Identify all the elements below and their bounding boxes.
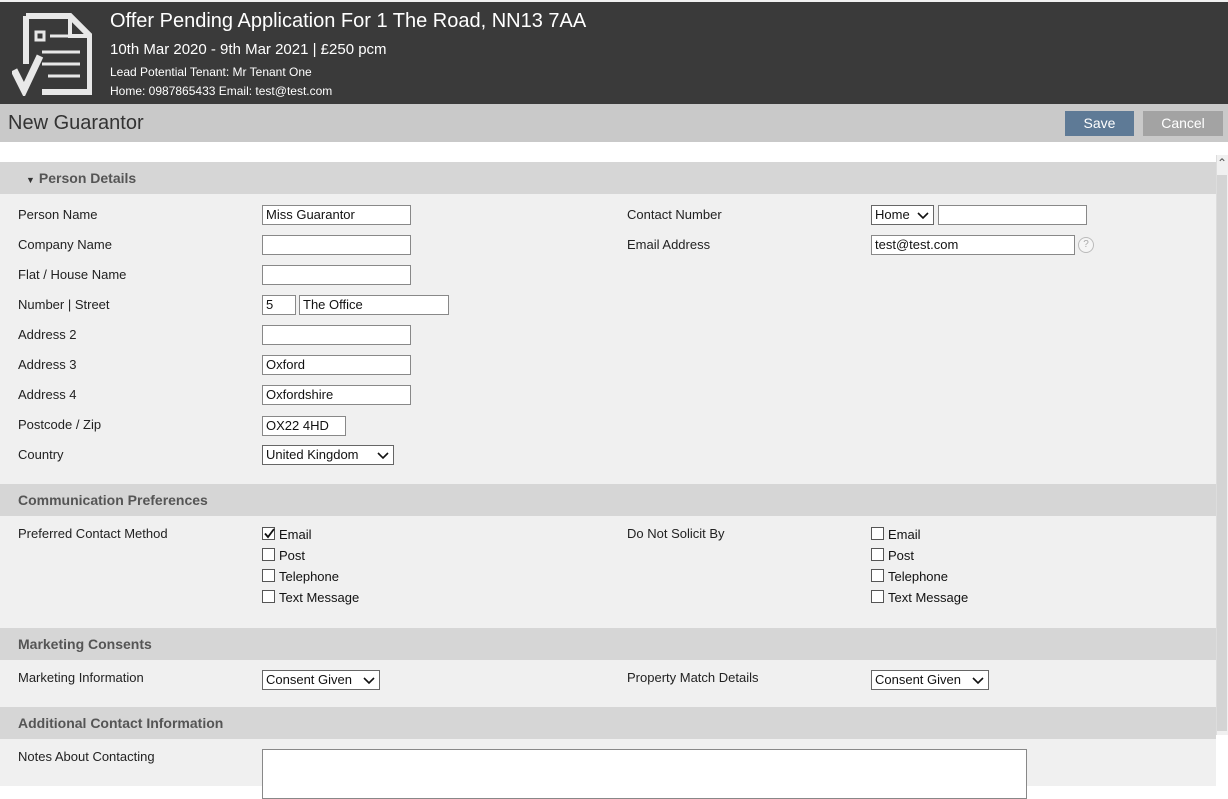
notes-label: Notes About Contacting [18,749,155,764]
flat-house-input[interactable] [262,265,411,285]
preferred-contact-label: Preferred Contact Method [18,526,168,541]
marketing-information-select[interactable]: Consent Given [262,670,380,690]
section-additional-contact-information: Additional Contact Information [0,707,1216,739]
house-number-input[interactable]: 5 [262,295,296,315]
property-match-label: Property Match Details [627,670,759,685]
help-icon[interactable]: ? [1078,237,1094,253]
chevron-down-icon [972,677,984,685]
title-bar: New Guarantor Save Cancel [0,104,1228,142]
preferred-text-label: Text Message [279,590,360,605]
postcode-input[interactable]: OX22 4HD [262,416,346,436]
preferred-post-checkbox[interactable] [262,548,275,561]
section-title: Additional Contact Information [18,715,224,731]
chevron-down-icon [363,677,375,685]
scroll-up-icon[interactable]: ⌃ [1216,155,1228,171]
scrollbar-thumb[interactable] [1217,175,1227,731]
notes-textarea[interactable] [262,749,1027,799]
postcode-label: Postcode / Zip [18,417,102,432]
preferred-post-label: Post [279,548,306,563]
country-value: United Kingdom [266,447,359,462]
preferred-telephone-checkbox[interactable] [262,569,275,582]
address-3-input[interactable]: Oxford [262,355,411,375]
preferred-email-checkbox[interactable] [262,527,275,540]
section-title: Person Details [38,170,137,186]
dns-post-checkbox[interactable] [871,548,884,561]
property-match-value: Consent Given [875,672,961,687]
address-3-label: Address 3 [18,357,77,372]
contact-type-value: Home [875,207,910,222]
preferred-telephone-label: Telephone [279,569,339,584]
dns-post-label: Post [888,548,915,563]
email-address-input[interactable]: test@test.com [871,235,1075,255]
chevron-down-icon [917,212,929,220]
number-street-label: Number | Street [18,297,110,312]
tenancy-dates: 10th Mar 2020 - 9th Mar 2021 | £250 pcm [110,41,387,58]
section-communication-preferences: Communication Preferences [0,484,1216,516]
company-name-label: Company Name [18,237,112,252]
section-title: Marketing Consents [18,636,152,652]
application-title: Offer Pending Application For 1 The Road… [110,10,587,32]
address-4-input[interactable]: Oxfordshire [262,385,411,405]
country-select[interactable]: United Kingdom [262,445,394,465]
section-marketing-consents: Marketing Consents [0,628,1216,660]
person-name-label: Person Name [18,207,98,222]
section-title: Communication Preferences [18,492,208,508]
dns-email-checkbox[interactable] [871,527,884,540]
lead-tenant: Lead Potential Tenant: Mr Tenant One [110,65,312,79]
page-title: New Guarantor [8,112,144,134]
dns-text-label: Text Message [888,590,969,605]
contact-number-input[interactable] [938,205,1087,225]
checkmark-icon [264,528,275,539]
contact-type-select[interactable]: Home [871,205,934,225]
address-2-label: Address 2 [18,327,77,342]
flat-house-label: Flat / House Name [18,267,127,282]
street-input[interactable]: The Office [299,295,449,315]
save-button[interactable]: Save [1065,111,1134,136]
marketing-information-label: Marketing Information [18,670,144,685]
marketing-information-value: Consent Given [266,672,352,687]
document-check-icon [12,13,92,96]
company-name-input[interactable] [262,235,411,255]
dns-email-label: Email [888,527,921,542]
email-address-label: Email Address [627,237,711,252]
cancel-button[interactable]: Cancel [1143,111,1223,136]
dns-telephone-checkbox[interactable] [871,569,884,582]
country-label: Country [18,447,64,462]
contact-number-label: Contact Number [627,207,722,222]
property-match-select[interactable]: Consent Given [871,670,989,690]
section-person-details[interactable]: ▼ Person Details [0,162,1216,194]
person-name-input[interactable]: Miss Guarantor [262,205,411,225]
dns-text-checkbox[interactable] [871,590,884,603]
application-header: Offer Pending Application For 1 The Road… [0,0,1228,104]
chevron-down-icon [377,452,389,460]
tenant-contact: Home: 0987865433 Email: test@test.com [110,84,333,98]
do-not-solicit-label: Do Not Solicit By [627,526,725,541]
preferred-email-label: Email [279,527,312,542]
address-4-label: Address 4 [18,387,77,402]
caret-down-icon: ▼ [26,175,35,185]
preferred-text-checkbox[interactable] [262,590,275,603]
dns-telephone-label: Telephone [888,569,948,584]
address-2-input[interactable] [262,325,411,345]
